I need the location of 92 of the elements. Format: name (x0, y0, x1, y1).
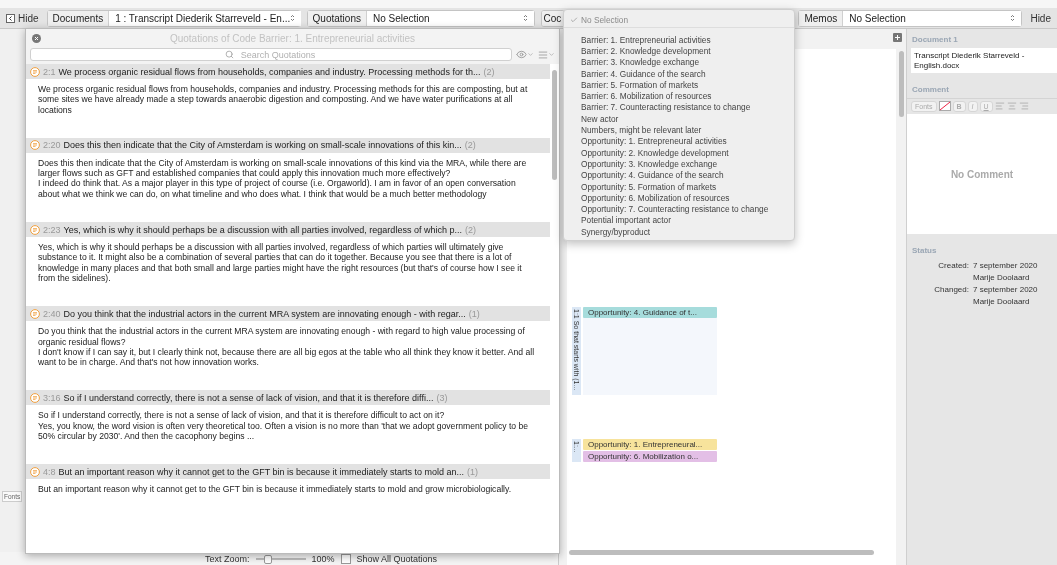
menu-item[interactable]: Barrier: 2. Knowledge development (564, 45, 794, 57)
search-field[interactable]: Search Quotations (30, 48, 512, 61)
quotation-header[interactable]: 2:40 Do you think that the industrial actors in the current MRA system are innovating enough - with regar... (1) (26, 306, 550, 322)
section-heading: Status (911, 245, 938, 258)
hide-button[interactable]: Hide (4, 12, 41, 24)
status-label: Changed: (933, 285, 969, 295)
quotation-text: But an important reason why it cannot get to the GFT bin is because it immediately starts to mold and grow microbiologically. (37, 483, 513, 497)
zoom-value: 100% (311, 553, 335, 564)
quotation-title: We process organic residual flows from households, companies and industry. Processing methods for th... (58, 66, 481, 77)
menu-item[interactable]: Numbers, might be relevant later (564, 124, 794, 136)
menu-item[interactable]: Opportunity: 2. Knowledge development (564, 146, 794, 159)
quotation-header[interactable]: 2:20 Does this then indicate that the City of Amsterdam is working on small-scale innovations of this kin... (2) (26, 137, 550, 153)
show-all-checkbox[interactable] (340, 553, 351, 564)
menu-item[interactable]: Barrier: 4. Guidance of the search (564, 67, 794, 80)
check-icon (570, 16, 578, 24)
quotation-header[interactable]: 3:16 So if I understand correctly, there is not a sense of lack of vision, and that it is therefore diffi... (3) (26, 390, 550, 406)
quotation-count: (1) (468, 308, 480, 319)
add-icon[interactable] (893, 32, 902, 42)
show-all-label: Show All Quotations (356, 553, 438, 564)
align-left-icon[interactable] (994, 101, 1005, 112)
status-author: Marije Doolaard (973, 273, 1031, 283)
document-name-field[interactable]: Transcript Diederik Starreveld - English.docx (911, 48, 1057, 74)
quotation-title: But an important reason why it cannot get to the GFT bin is because it immediately starts to mold an... (58, 466, 465, 477)
code-tag[interactable]: Opportunity: 1. Entrepreneural... (583, 439, 717, 450)
quotation-text: Do you think that the industrial actors in the current MRA system are innovating enough - with regard to high value processing of organic residual flows? I don't know if I can say it, but I clearly think not, because there are all big egos at the table who all think they know it better. And all want to be in charge. And that's not how innovation works. (37, 325, 536, 370)
quotation-id: 2:1 (43, 66, 56, 77)
combo-label: Documents (47, 10, 110, 26)
comment-placeholder: No Comment (950, 168, 1014, 180)
quotation-header[interactable]: 2:23 Yes, which is why it should perhaps be a discussion with all parties involved, regardless of which p... (2) (26, 222, 550, 238)
quotation-header[interactable]: 2:1 We process organic residual flows from households, companies and industry. Processing methods for th... (2) (26, 64, 550, 79)
quotation-id: 4:8 (43, 466, 56, 477)
search-icon (225, 50, 234, 59)
quotation-text: So if I understand correctly, there is not a sense of lack of vision, and that it is therefore difficult to act on it? Yes, you know, the word vision is often very theoretical too. Often a vision is no more than 'that we adopt government policy to be 50% circular by 2030'. And then the cacophony begins ... (37, 409, 529, 444)
quotation-id: 2:20 (43, 140, 61, 151)
menu-item[interactable]: Potential important actor (564, 214, 794, 227)
quotation-title: Do you think that the industrial actors in the current MRA system are innovating enough - with regar... (63, 308, 466, 319)
menu-item[interactable]: Opportunity: 1. Entrepreneural activities (564, 135, 794, 147)
quotation-count: (3) (436, 392, 448, 403)
quotation-icon (30, 308, 40, 319)
quotation-icon (30, 392, 40, 403)
section-heading: Comment (911, 84, 950, 97)
up-down-chevron-icon (290, 14, 296, 22)
menu-item[interactable]: Opportunity: 4. Guidance of the search (564, 169, 794, 181)
vertical-scrollbar[interactable] (552, 70, 557, 180)
code-tag[interactable]: Opportunity: 6. Mobilization o... (583, 451, 717, 462)
quotation-header[interactable]: 4:8 But an important reason why it cannot get to the GFT bin is because it immediately starts to mold an... (1) (26, 464, 550, 480)
quotation-icon (30, 466, 40, 477)
quotation-title: Yes, which is why it should perhaps be a discussion with all parties involved, regardless of which p... (63, 224, 462, 235)
menu-item[interactable]: Opportunity: 6. Mobilization of resources (564, 192, 794, 204)
quotation-text: Yes, which is why it should perhaps be a discussion with all parties involved, regardless of which parties will ultimately give substance to it. It might also be a combination of several parties that can do it together. Because you see that there is a lot of knowledge in many places and that both small and large parties might have the right resources (but that's of course how I see it from the sidelines). (37, 241, 523, 285)
quotation-title: So if I understand correctly, there is not a sense of lack of vision, and that it is therefore diffi... (63, 392, 434, 403)
vertical-scrollbar[interactable] (898, 51, 904, 117)
combo-label: Coc (541, 10, 564, 26)
quotation-count: (2) (464, 140, 476, 151)
quotation-icon (30, 66, 40, 77)
quotation-icon (30, 140, 40, 151)
menu-item[interactable]: Opportunity: 5. Formation of markets (564, 180, 794, 193)
menu-item[interactable]: Barrier: 3. Knowledge exchange (564, 56, 794, 68)
quotation-title: Does this then indicate that the City of Amsterdam is working on small-scale innovations of this kin... (63, 140, 462, 151)
quotation-icon (30, 224, 40, 235)
status-author: Marije Doolaard (973, 297, 1031, 307)
menu-item[interactable]: Barrier: 6. Mobilization of resources (564, 90, 794, 102)
align-right-icon[interactable] (1018, 101, 1029, 112)
status-date: 7 september 2020 (973, 261, 1039, 271)
section-heading: Document 1 (911, 34, 959, 46)
code-tag[interactable]: Opportunity: 4. Guidance of t... (583, 307, 717, 318)
menu-item[interactable]: Opportunity: 3. Knowledge exchange (564, 158, 794, 170)
menu-item[interactable]: Barrier: 7. Counteracting resistance to change (564, 101, 794, 114)
eye-icon[interactable] (516, 49, 534, 60)
menu-item[interactable]: Barrier: 5. Formation of markets (564, 79, 794, 91)
text-color-swatch[interactable] (938, 101, 951, 112)
status-label: Created: (937, 261, 969, 271)
align-center-icon[interactable] (1006, 101, 1017, 112)
menu-item[interactable]: Opportunity: 7. Counteracting resistance to change (564, 203, 794, 215)
menu-item[interactable]: Synergy/byproduct (564, 226, 794, 238)
quotation-text: We process organic residual flows from households, companies and industry. Processing methods for this are composting, but at some sites we have already made a step towards anaerobic digestion and composting. And we have water purifications at all locations (37, 83, 529, 117)
quotation-id: 2:40 (43, 308, 61, 319)
sidebar-toggle-icon (6, 13, 15, 23)
quotation-count: (2) (464, 224, 476, 235)
status-date: 7 september 2020 (973, 285, 1039, 295)
quotation-text: Does this then indicate that the City of Amsterdam is working on small-scale innovations of this kind via the MRA, while there are larger flows such as GFT and established companies that could apply this innovation much more effectively? I indeed do think that. As a major player in this type of project of course (i.e. Orgaworld). I am in favor of an open conversation about what we think we can do, on what timeline and who does what. I think that would be a much better methodology (37, 156, 528, 201)
quotation-count: (2) (483, 66, 495, 77)
hide-button[interactable]: Hide (1028, 12, 1053, 24)
list-menu-icon[interactable] (538, 49, 555, 60)
close-icon[interactable] (32, 34, 41, 43)
quotation-count: (1) (467, 466, 479, 477)
horizontal-scrollbar[interactable] (569, 550, 874, 555)
quotation-id: 3:16 (43, 392, 61, 403)
text-zoom-label: Text Zoom: (205, 553, 250, 564)
quotation-id: 2:23 (43, 224, 61, 235)
menu-item[interactable]: New actor (564, 113, 794, 125)
menu-item[interactable]: Barrier: 1. Entrepreneurial activities (564, 34, 794, 46)
